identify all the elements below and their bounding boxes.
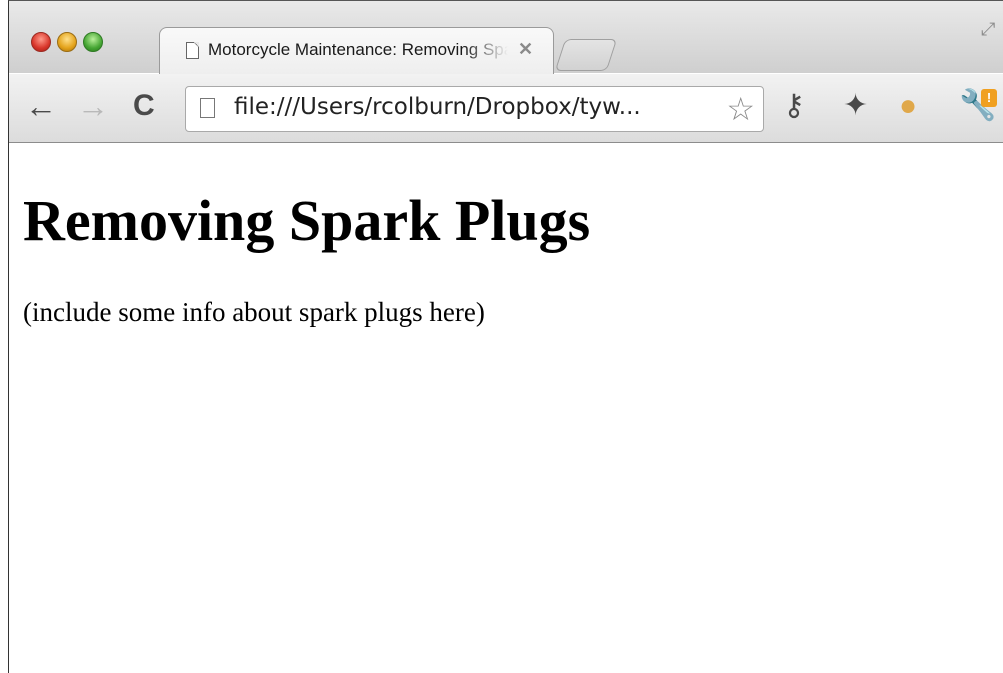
tab-title: Motorcycle Maintenance: Removing Spark P… — [208, 40, 508, 59]
fullscreen-icon[interactable]: ⤢ — [981, 19, 995, 40]
update-badge: ! — [981, 89, 997, 107]
reload-button[interactable]: C — [133, 88, 155, 124]
pin-icon[interactable]: ✦ — [843, 88, 868, 124]
page-heading: Removing Spark Plugs — [23, 188, 591, 253]
minimize-window-button[interactable] — [57, 32, 77, 52]
page-paragraph: (include some info about spark plugs her… — [23, 297, 485, 327]
page-content: Removing Spark Plugs (include some info … — [9, 143, 1003, 673]
puffer-fish-icon[interactable]: ● — [899, 88, 917, 124]
address-bar[interactable]: file:///Users/rcolburn/Dropbox/tyw... ☆ — [185, 86, 764, 132]
browser-toolbar: ← → C file:///Users/rcolburn/Dropbox/tyw… — [9, 74, 1003, 143]
page-icon — [186, 42, 199, 59]
page-icon — [200, 98, 215, 118]
maximize-window-button[interactable] — [83, 32, 103, 52]
forward-button[interactable]: → — [77, 88, 109, 124]
tab-active[interactable]: Motorcycle Maintenance: Removing Spark P… — [159, 27, 554, 75]
close-window-button[interactable] — [31, 32, 51, 52]
bookmark-star-icon[interactable]: ☆ — [726, 91, 755, 127]
back-button[interactable]: ← — [25, 88, 57, 124]
new-tab-button[interactable] — [554, 39, 618, 71]
address-text[interactable]: file:///Users/rcolburn/Dropbox/tyw... — [234, 94, 641, 120]
tab-close-icon[interactable]: ✕ — [518, 39, 533, 60]
tab-strip: Motorcycle Maintenance: Removing Spark P… — [9, 1, 1003, 75]
key-icon[interactable]: ⚷ — [783, 88, 805, 124]
browser-window: Motorcycle Maintenance: Removing Spark P… — [8, 0, 1003, 673]
